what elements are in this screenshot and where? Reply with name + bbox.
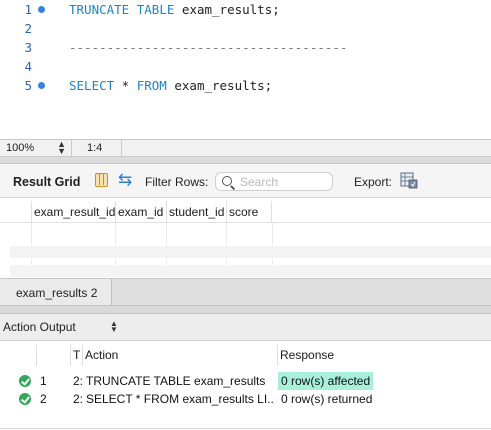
column-header-response[interactable]: Response	[277, 345, 491, 366]
code-line-1[interactable]: 1 TRUNCATE TABLE exam_results;	[0, 0, 491, 19]
row-index: 1	[40, 374, 47, 388]
sql-text: *	[114, 78, 137, 93]
row-response: 0 row(s) returned	[281, 392, 373, 406]
line-number: 4	[24, 59, 32, 74]
line-number: 2	[24, 21, 32, 36]
cursor-position: 1:4	[73, 140, 122, 157]
sql-keyword: FROM	[136, 78, 167, 93]
empty-row-stripe	[10, 246, 491, 258]
action-output-columns: T Action Response	[0, 345, 491, 366]
row-index: 2	[40, 392, 47, 406]
editor-status-bar: 100% ▲ ▼ 1:4	[0, 139, 491, 157]
result-tab-strip: exam_results 2	[0, 278, 491, 306]
line-number: 3	[24, 40, 32, 55]
result-grid[interactable]: exam_result_id exam_id student_id score	[0, 198, 491, 278]
statement-marker-icon	[38, 82, 45, 89]
action-output-table: T Action Response 1 2: TRUNCATE TABLE ex…	[0, 341, 491, 430]
column-header-time[interactable]: T	[70, 345, 82, 366]
output-type-select[interactable]: Action Output	[3, 320, 76, 334]
sql-text: exam_results;	[166, 78, 273, 93]
code-text: TRUNCATE TABLE exam_results;	[69, 0, 280, 19]
table-bottom-border	[0, 428, 491, 429]
search-icon	[222, 176, 232, 186]
code-line-3[interactable]: 3 -------------------------------------	[0, 38, 491, 57]
row-time: 2:	[73, 392, 82, 406]
statement-marker-icon	[38, 6, 45, 13]
code-text: SELECT * FROM exam_results;	[69, 76, 272, 95]
grid-header: exam_result_id exam_id student_id score	[0, 201, 491, 223]
row-action: SELECT * FROM exam_results LI...	[86, 392, 274, 406]
tab-label: exam_results 2	[16, 286, 98, 300]
line-number: 1	[24, 2, 32, 17]
output-splitter[interactable]	[0, 305, 491, 314]
line-number: 5	[24, 78, 32, 93]
column-header-index[interactable]	[36, 345, 70, 366]
column-header[interactable]: exam_result_id	[31, 201, 115, 223]
up-down-arrows-icon[interactable]: ▲ ▼	[110, 320, 118, 334]
sql-keyword: TABLE	[136, 2, 175, 17]
filter-rows-label: Filter Rows:	[145, 175, 209, 189]
result-toolbar: Result Grid ⇆ Filter Rows: Export:	[0, 164, 491, 198]
refresh-icon[interactable]: ⇆	[118, 170, 132, 190]
export-label: Export:	[354, 175, 393, 189]
column-header[interactable]: score	[226, 201, 272, 223]
action-output-header: Action Output ▲ ▼	[0, 314, 491, 341]
up-down-arrows-icon: ▲ ▼	[57, 139, 66, 156]
tab-exam-results-2[interactable]: exam_results 2	[0, 279, 112, 306]
success-check-icon	[19, 393, 31, 405]
sql-text: exam_results;	[174, 2, 280, 17]
row-time: 2:	[73, 374, 82, 388]
result-grid-title: Result Grid	[13, 175, 81, 189]
sql-editor[interactable]: 1 TRUNCATE TABLE exam_results; 2 3 -----…	[0, 0, 491, 140]
code-line-5[interactable]: 5 SELECT * FROM exam_results;	[0, 76, 491, 95]
sql-keyword: SELECT	[69, 78, 115, 93]
grid-view-icon[interactable]	[95, 173, 108, 187]
code-line-2[interactable]: 2	[0, 19, 491, 38]
column-header-action[interactable]: Action	[82, 345, 277, 366]
output-row[interactable]: 2 2: SELECT * FROM exam_results LI... 0 …	[0, 390, 491, 408]
output-row[interactable]: 1 2: TRUNCATE TABLE exam_results 0 row(s…	[0, 372, 491, 390]
code-line-4[interactable]: 4	[0, 57, 491, 76]
zoom-select[interactable]: 100% ▲ ▼	[0, 140, 72, 157]
column-header[interactable]: exam_id	[115, 201, 166, 223]
zoom-value: 100%	[6, 142, 35, 154]
panel-splitter[interactable]	[0, 157, 491, 164]
empty-row-stripe	[10, 265, 491, 277]
column-header[interactable]: student_id	[166, 201, 226, 223]
search-input[interactable]	[240, 174, 328, 190]
row-action: TRUNCATE TABLE exam_results	[86, 374, 266, 388]
sql-keyword: TRUNCATE	[69, 2, 130, 17]
filter-search-box[interactable]	[215, 172, 333, 191]
success-check-icon	[19, 375, 31, 387]
row-response: 0 row(s) affected	[278, 372, 374, 390]
comment-divider: -------------------------------------	[69, 40, 348, 55]
cursor-position-value: 1:4	[87, 142, 103, 154]
export-icon[interactable]	[400, 172, 418, 189]
